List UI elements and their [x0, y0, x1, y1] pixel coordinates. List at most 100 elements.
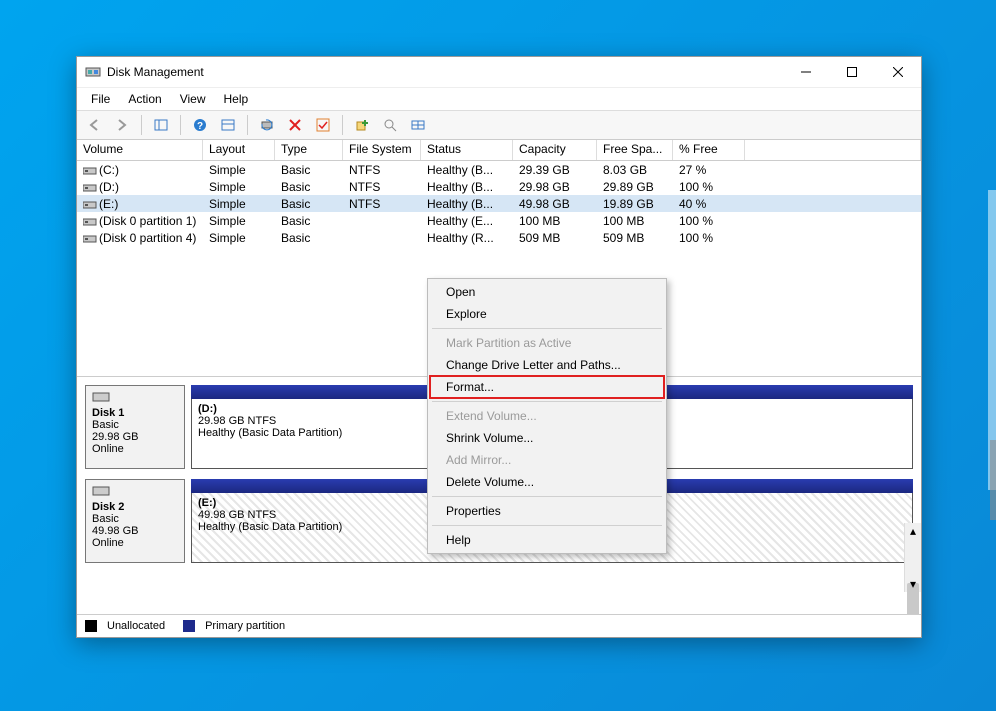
- menu-item-change-drive-letter-and-paths[interactable]: Change Drive Letter and Paths...: [430, 354, 664, 376]
- toolbar-separator: [180, 115, 181, 135]
- disk1-title: Disk 1: [92, 407, 124, 419]
- menu-item-shrink-volume[interactable]: Shrink Volume...: [430, 427, 664, 449]
- cell-type: Basic: [275, 214, 343, 228]
- disk1-state: Online: [92, 443, 124, 455]
- desktop-scroll-hint: [990, 440, 996, 520]
- cell-free: 509 MB: [597, 231, 673, 245]
- cell-fs: NTFS: [343, 180, 421, 194]
- cell-capacity: 509 MB: [513, 231, 597, 245]
- toolbar-separator: [141, 115, 142, 135]
- cell-pct: 100 %: [673, 180, 745, 194]
- cell-type: Basic: [275, 231, 343, 245]
- delete-button[interactable]: [282, 112, 308, 138]
- menu-separator: [432, 328, 662, 329]
- titlebar: Disk Management: [77, 57, 921, 88]
- col-type[interactable]: Type: [275, 140, 343, 160]
- volume-row[interactable]: (Disk 0 partition 4)SimpleBasic Healthy (…: [77, 229, 921, 246]
- minimize-button[interactable]: [783, 57, 829, 87]
- drive-icon: [83, 165, 97, 175]
- menu-separator: [432, 401, 662, 402]
- forward-button[interactable]: [109, 112, 135, 138]
- drive-icon: [83, 199, 97, 209]
- menu-item-help[interactable]: Help: [430, 529, 664, 551]
- disk2-state: Online: [92, 537, 124, 549]
- menu-item-mark-partition-as-active: Mark Partition as Active: [430, 332, 664, 354]
- col-spacer: [745, 140, 921, 160]
- scroll-up-icon[interactable]: ▴: [905, 523, 921, 539]
- refresh-button[interactable]: [254, 112, 280, 138]
- menu-view[interactable]: View: [172, 90, 214, 108]
- cell-volume: (D:): [77, 180, 203, 194]
- unallocated-swatch: [85, 620, 97, 632]
- menu-action[interactable]: Action: [120, 90, 169, 108]
- close-button[interactable]: [875, 57, 921, 87]
- col-cap[interactable]: Capacity: [513, 140, 597, 160]
- disk2-vol-label: (E:): [198, 497, 216, 509]
- menu-separator: [432, 496, 662, 497]
- col-layout[interactable]: Layout: [203, 140, 275, 160]
- drive-icon: [83, 182, 97, 192]
- menu-help[interactable]: Help: [216, 90, 257, 108]
- cell-pct: 100 %: [673, 214, 745, 228]
- disk2-type: Basic: [92, 513, 119, 525]
- col-free[interactable]: Free Spa...: [597, 140, 673, 160]
- col-fs[interactable]: File System: [343, 140, 421, 160]
- tree-view-button[interactable]: [215, 112, 241, 138]
- disk1-vol-label: (D:): [198, 403, 217, 415]
- menu-item-format[interactable]: Format...: [430, 376, 664, 398]
- col-volume[interactable]: Volume: [77, 140, 203, 160]
- disk1-label: Disk 1 Basic 29.98 GB Online: [85, 385, 185, 469]
- cell-volume: (C:): [77, 163, 203, 177]
- col-status[interactable]: Status: [421, 140, 513, 160]
- menu-item-properties[interactable]: Properties: [430, 500, 664, 522]
- menu-file[interactable]: File: [83, 90, 118, 108]
- cell-status: Healthy (B...: [421, 197, 513, 211]
- search-button[interactable]: [377, 112, 403, 138]
- menu-item-explore[interactable]: Explore: [430, 303, 664, 325]
- back-button[interactable]: [81, 112, 107, 138]
- cell-pct: 100 %: [673, 231, 745, 245]
- disk2-vol-status: Healthy (Basic Data Partition): [198, 521, 342, 533]
- cell-pct: 40 %: [673, 197, 745, 211]
- cell-volume: (Disk 0 partition 4): [77, 231, 203, 245]
- volume-row[interactable]: (Disk 0 partition 1)SimpleBasicHealthy (…: [77, 212, 921, 229]
- disk-icon: [92, 390, 110, 404]
- toolbar: ?: [77, 110, 921, 140]
- window-title: Disk Management: [107, 65, 204, 79]
- cell-layout: Simple: [203, 231, 275, 245]
- legend: Unallocated Primary partition: [77, 614, 921, 637]
- drive-icon: [83, 216, 97, 226]
- disk2-size: 49.98 GB: [92, 525, 138, 537]
- volume-row[interactable]: (D:)SimpleBasicNTFSHealthy (B...29.98 GB…: [77, 178, 921, 195]
- details-view-button[interactable]: [405, 112, 431, 138]
- cell-layout: Simple: [203, 180, 275, 194]
- vertical-scrollbar[interactable]: ▴ ▾: [904, 523, 921, 592]
- cell-status: Healthy (E...: [421, 214, 513, 228]
- menubar: File Action View Help: [77, 88, 921, 110]
- help-button[interactable]: ?: [187, 112, 213, 138]
- menu-item-add-mirror: Add Mirror...: [430, 449, 664, 471]
- primary-swatch: [183, 620, 195, 632]
- cell-type: Basic: [275, 197, 343, 211]
- cell-volume: (E:): [77, 197, 203, 211]
- scroll-down-icon[interactable]: ▾: [905, 576, 921, 592]
- cell-status: Healthy (R...: [421, 231, 513, 245]
- cell-volume: (Disk 0 partition 1): [77, 214, 203, 228]
- menu-item-open[interactable]: Open: [430, 281, 664, 303]
- show-hide-console-button[interactable]: [148, 112, 174, 138]
- maximize-button[interactable]: [829, 57, 875, 87]
- volume-row[interactable]: (E:)SimpleBasicNTFSHealthy (B...49.98 GB…: [77, 195, 921, 212]
- check-button[interactable]: [310, 112, 336, 138]
- cell-status: Healthy (B...: [421, 163, 513, 177]
- col-pct[interactable]: % Free: [673, 140, 745, 160]
- menu-separator: [432, 525, 662, 526]
- disk1-size: 29.98 GB: [92, 431, 138, 443]
- new-button[interactable]: [349, 112, 375, 138]
- volume-rows: (C:)SimpleBasicNTFSHealthy (B...29.39 GB…: [77, 161, 921, 246]
- cell-free: 19.89 GB: [597, 197, 673, 211]
- disk1-vol-status: Healthy (Basic Data Partition): [198, 427, 342, 439]
- disk2-title: Disk 2: [92, 501, 124, 513]
- volume-row[interactable]: (C:)SimpleBasicNTFSHealthy (B...29.39 GB…: [77, 161, 921, 178]
- menu-item-delete-volume[interactable]: Delete Volume...: [430, 471, 664, 493]
- cell-type: Basic: [275, 163, 343, 177]
